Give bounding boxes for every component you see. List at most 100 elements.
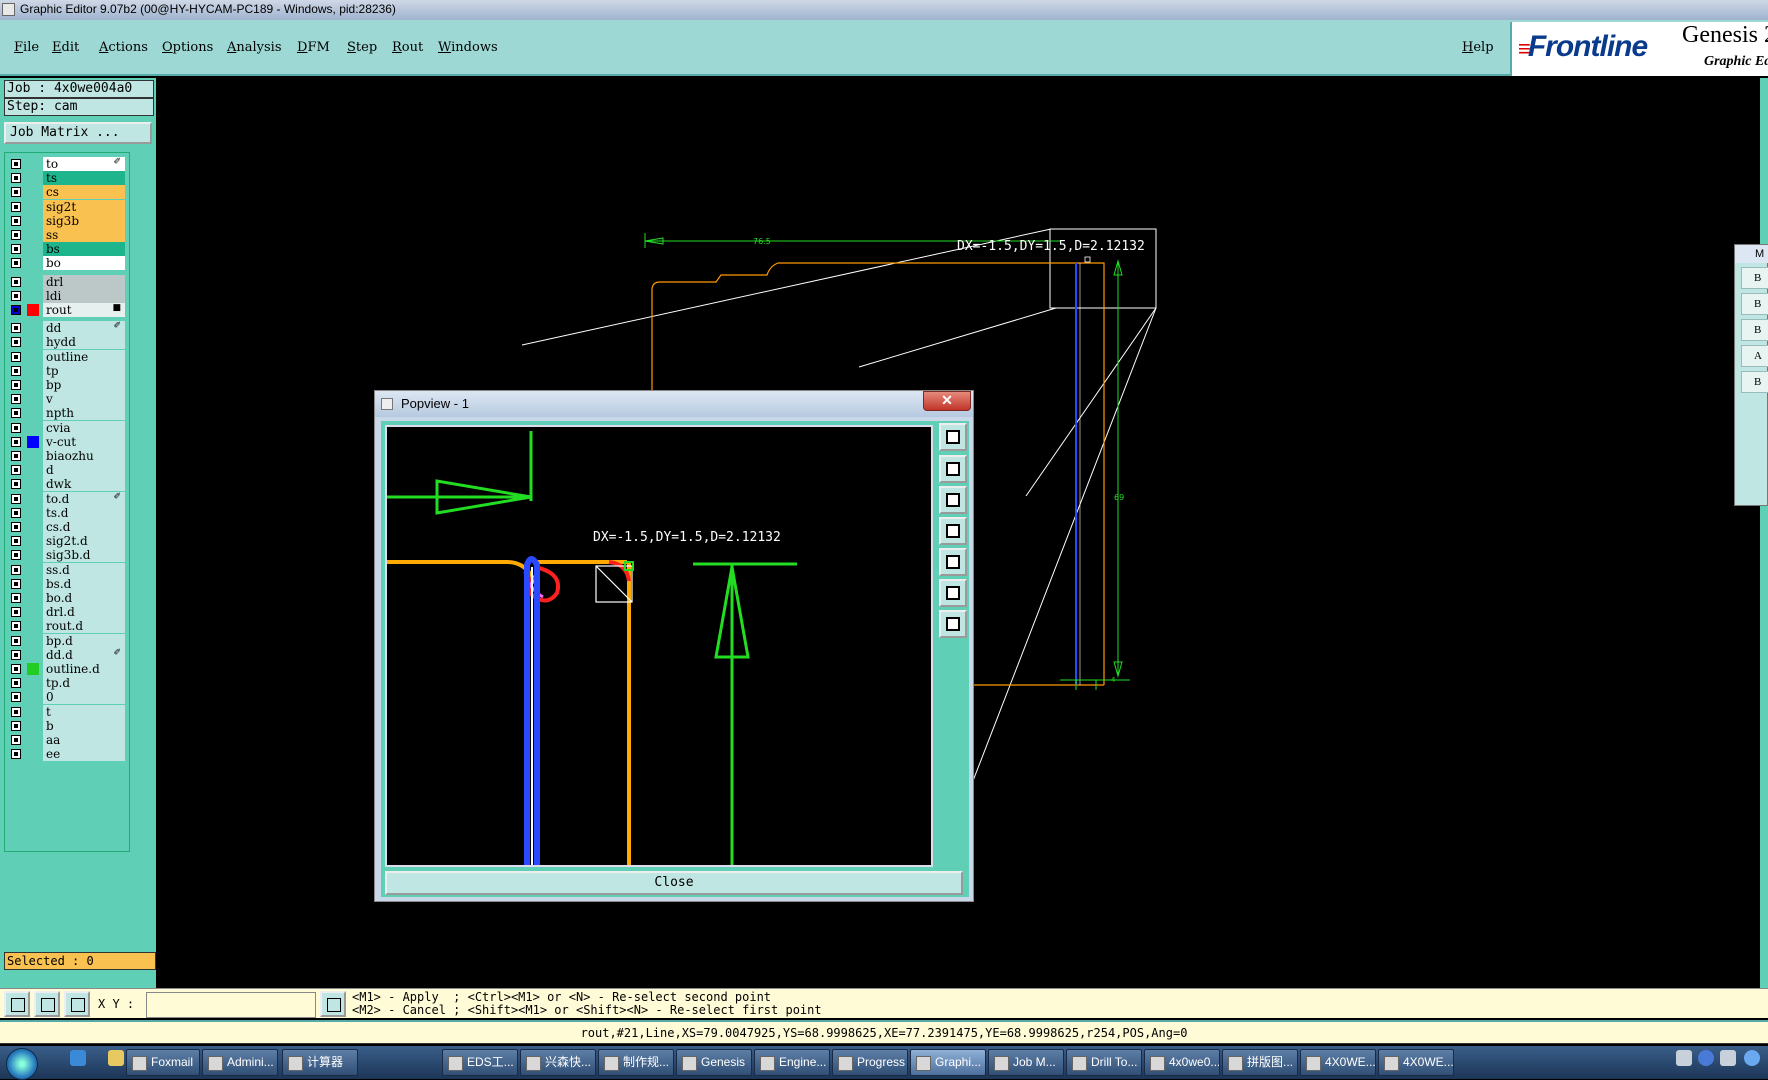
layer-row[interactable]: v-cut bbox=[5, 434, 129, 449]
layer-checkbox[interactable] bbox=[11, 649, 21, 660]
layer-row[interactable]: cs.d bbox=[5, 520, 129, 534]
layer-name[interactable]: bs.d bbox=[43, 576, 125, 591]
taskbar-button[interactable]: Engine... bbox=[754, 1049, 830, 1076]
layer-name[interactable]: cvia bbox=[43, 420, 125, 435]
menu-options[interactable]: Options bbox=[162, 40, 213, 55]
layer-name[interactable]: sig3b bbox=[43, 213, 125, 228]
layer-row[interactable]: tp.d bbox=[5, 676, 129, 691]
layer-checkbox[interactable] bbox=[11, 380, 21, 390]
menu-step[interactable]: Step bbox=[347, 40, 377, 55]
layer-checkbox[interactable] bbox=[11, 522, 21, 532]
layer-checkbox[interactable] bbox=[11, 230, 21, 240]
layer-row[interactable]: d bbox=[5, 463, 129, 478]
layer-name[interactable]: drl bbox=[43, 274, 125, 289]
layer-name[interactable]: sig2t.d bbox=[43, 534, 125, 549]
layer-checkbox[interactable] bbox=[11, 692, 21, 703]
layer-checkbox[interactable] bbox=[11, 706, 21, 717]
layer-row[interactable]: t bbox=[5, 704, 129, 719]
layer-row[interactable]: to ✐ bbox=[5, 157, 129, 171]
layer-name[interactable]: t bbox=[43, 704, 125, 719]
layer-name[interactable]: ss bbox=[43, 228, 125, 242]
layer-checkbox[interactable] bbox=[11, 365, 21, 376]
measure-icon[interactable] bbox=[34, 991, 60, 1017]
layer-checkbox[interactable] bbox=[11, 305, 21, 315]
layer-checkbox[interactable] bbox=[11, 451, 21, 461]
menu-analysis[interactable]: Analysis bbox=[227, 40, 282, 55]
layer-checkbox[interactable] bbox=[11, 394, 21, 405]
keyboard-icon[interactable] bbox=[1676, 1050, 1692, 1066]
layer-row[interactable]: cvia bbox=[5, 420, 129, 435]
layer-row[interactable]: bp bbox=[5, 378, 129, 392]
layer-row[interactable]: npth bbox=[5, 406, 129, 421]
layer-row[interactable]: bp.d bbox=[5, 633, 129, 648]
layer-row[interactable]: aa bbox=[5, 733, 129, 747]
layer-checkbox[interactable] bbox=[11, 323, 21, 334]
menu-file[interactable]: File bbox=[14, 40, 39, 55]
layer-row[interactable]: bo bbox=[5, 256, 129, 271]
taskbar-button[interactable]: Progress bbox=[832, 1049, 908, 1076]
layer-row[interactable]: 0 bbox=[5, 690, 129, 705]
layer-checkbox[interactable] bbox=[11, 408, 21, 419]
menu-help[interactable]: Help bbox=[1462, 40, 1494, 55]
layer-row[interactable]: outline bbox=[5, 349, 129, 364]
layer-name[interactable]: sig3b.d bbox=[43, 548, 125, 563]
side-dialog-option[interactable]: B bbox=[1741, 293, 1768, 315]
layer-checkbox[interactable] bbox=[11, 276, 21, 287]
layer-row[interactable]: sig2t.d bbox=[5, 534, 129, 549]
layer-row[interactable]: dd.d ✐ bbox=[5, 647, 129, 662]
layer-name[interactable]: bo bbox=[43, 256, 125, 271]
layer-checkbox[interactable] bbox=[11, 244, 21, 255]
layer-checkbox[interactable] bbox=[11, 337, 21, 348]
start-button[interactable] bbox=[6, 1048, 38, 1080]
taskbar-button[interactable]: Admini... bbox=[202, 1049, 278, 1076]
layer-checkbox[interactable] bbox=[11, 351, 21, 362]
layer-checkbox[interactable] bbox=[11, 536, 21, 547]
layer-row[interactable]: b bbox=[5, 718, 129, 733]
layer-name[interactable]: ss.d bbox=[43, 562, 125, 577]
taskbar-button[interactable]: 计算器 bbox=[282, 1049, 358, 1076]
taskbar-button[interactable]: Genesis bbox=[676, 1049, 752, 1076]
layer-name[interactable]: v-cut bbox=[43, 434, 125, 449]
layer-row[interactable]: hydd bbox=[5, 335, 129, 350]
layer-row[interactable]: to.d ✐ bbox=[5, 491, 129, 506]
layer-name[interactable]: d bbox=[43, 463, 125, 478]
layer-row[interactable]: bo.d bbox=[5, 591, 129, 605]
layer-checkbox[interactable] bbox=[11, 678, 21, 689]
layer-row[interactable]: cs bbox=[5, 185, 129, 200]
layer-name[interactable]: dwk bbox=[43, 477, 125, 492]
layer-checkbox[interactable] bbox=[11, 436, 21, 447]
layer-name[interactable]: outline.d bbox=[43, 662, 125, 676]
layer-checkbox[interactable] bbox=[11, 507, 21, 518]
layer-name[interactable]: ts.d bbox=[43, 505, 125, 520]
taskbar-button[interactable]: Job M... bbox=[988, 1049, 1064, 1076]
layer-name[interactable]: drl.d bbox=[43, 605, 125, 620]
layer-name[interactable]: npth bbox=[43, 406, 125, 421]
layer-name[interactable]: ldi bbox=[43, 288, 125, 303]
menu-rout[interactable]: Rout bbox=[392, 40, 423, 55]
menu-edit[interactable]: Edit bbox=[52, 40, 79, 55]
layer-checkbox[interactable] bbox=[11, 593, 21, 603]
side-dialog-option[interactable]: B bbox=[1741, 371, 1768, 393]
taskbar-button[interactable]: Foxmail bbox=[126, 1049, 200, 1076]
snap-icon[interactable] bbox=[4, 991, 30, 1017]
layer-checkbox[interactable] bbox=[11, 215, 21, 226]
layer-checkbox[interactable] bbox=[11, 290, 21, 301]
layer-name[interactable]: ee bbox=[43, 747, 125, 762]
layer-row[interactable]: rout.d bbox=[5, 619, 129, 634]
layer-name[interactable]: bs bbox=[43, 242, 125, 257]
explorer-icon[interactable] bbox=[108, 1050, 124, 1066]
taskbar-button[interactable]: 兴森快... bbox=[520, 1049, 596, 1076]
xy-input[interactable] bbox=[146, 992, 316, 1018]
layer-name[interactable]: rout.d bbox=[43, 619, 125, 634]
menu-actions[interactable]: Actions bbox=[99, 40, 148, 55]
taskbar-button[interactable]: Drill To... bbox=[1066, 1049, 1142, 1076]
layer-row[interactable]: bs.d bbox=[5, 576, 129, 591]
zoom-window-icon[interactable] bbox=[939, 423, 967, 451]
layer-checkbox[interactable] bbox=[11, 564, 21, 575]
layer-checkbox[interactable] bbox=[11, 607, 21, 618]
layer-name[interactable]: v bbox=[43, 392, 125, 407]
pan-up-icon[interactable] bbox=[939, 455, 967, 483]
layer-row[interactable]: ss.d bbox=[5, 562, 129, 577]
popview-close-button[interactable]: Close bbox=[385, 871, 963, 895]
layer-name[interactable]: bo.d bbox=[43, 591, 125, 605]
